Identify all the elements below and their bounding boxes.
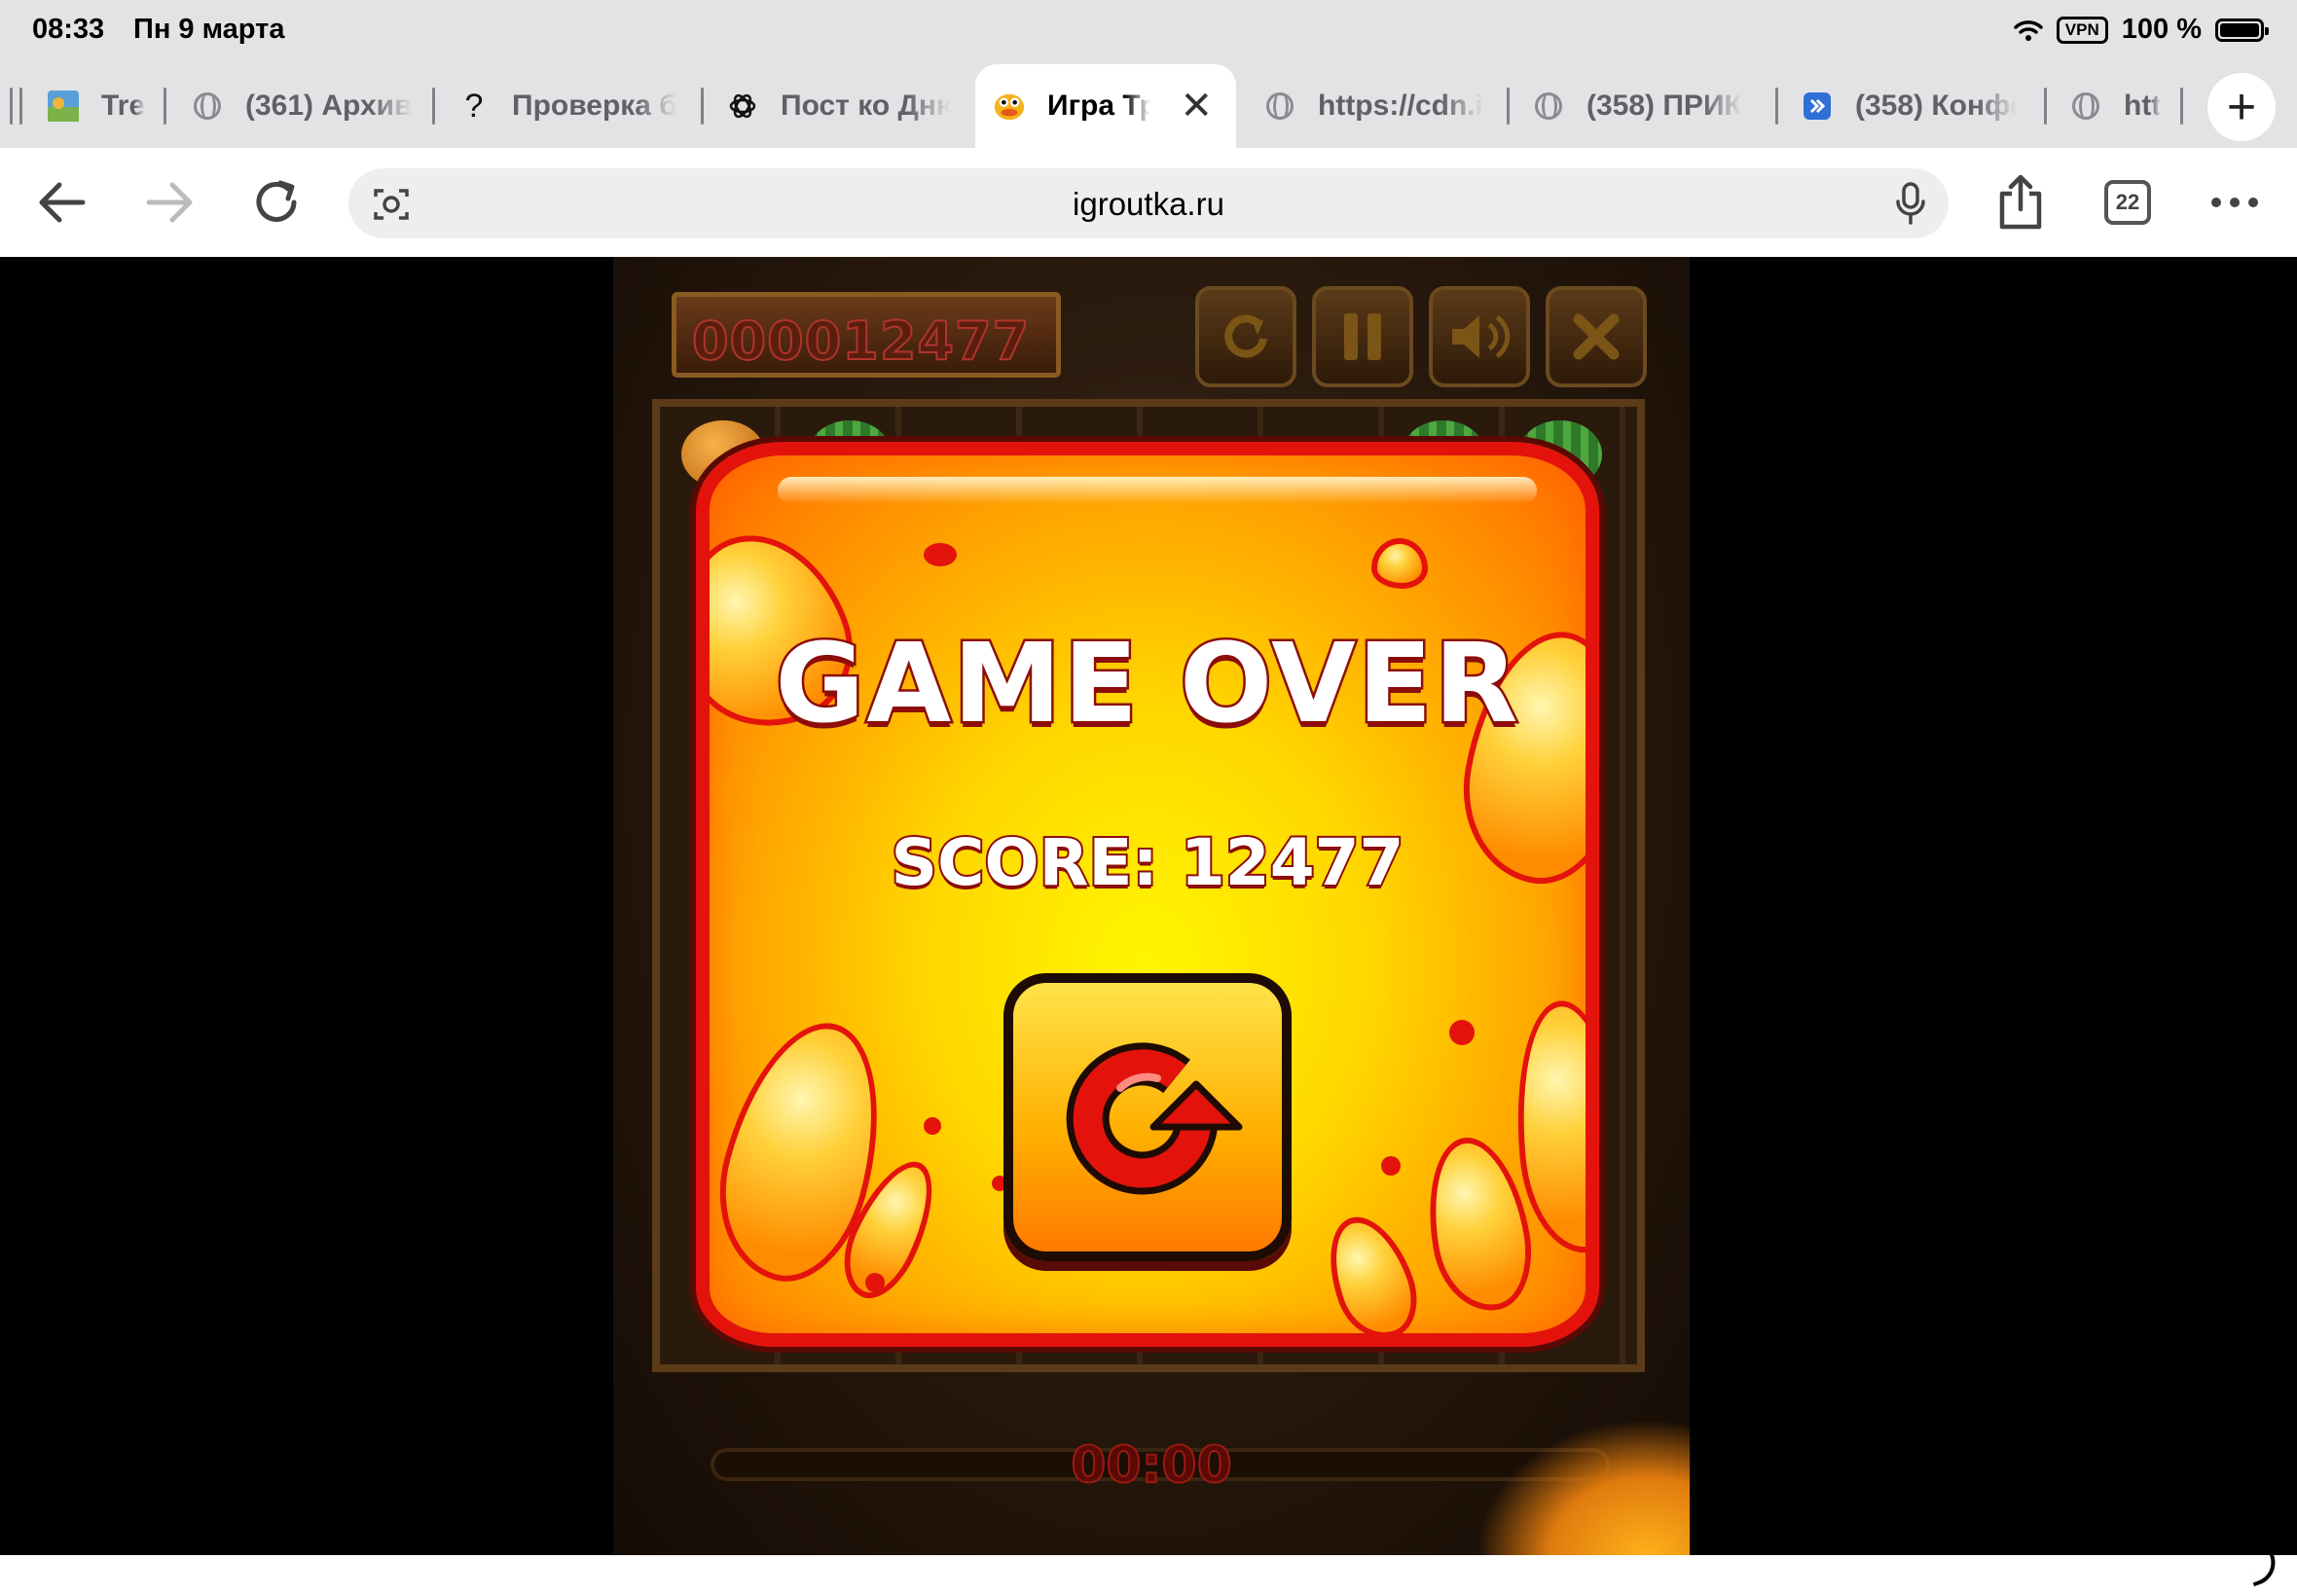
tab-separator xyxy=(2044,88,2047,125)
forward-arrow-icon xyxy=(146,182,193,223)
tab-label: Игра Тр xyxy=(1047,90,1151,122)
status-bar: 08:33 Пн 9 марта VPN 100 % xyxy=(0,0,2297,64)
tab-post[interactable]: Пост ко Дню xyxy=(726,64,950,148)
battery-percent: 100 % xyxy=(2121,14,2202,45)
tab-separator xyxy=(2180,88,2183,125)
status-indicators: VPN 100 % xyxy=(2014,14,2269,46)
tab-active-game[interactable]: Игра Тр ✕ xyxy=(975,64,1236,148)
tab-separator xyxy=(701,88,704,125)
status-date: Пн 9 марта xyxy=(133,14,285,45)
tabs-button[interactable]: 22 xyxy=(2098,173,2157,232)
status-time: 08:33 xyxy=(32,14,105,45)
tab-game[interactable]: Tre xyxy=(47,64,154,148)
tab-label: https://cdn.i xyxy=(1318,90,1483,122)
game-over-dialog: GAME OVER SCORE: 12477 xyxy=(696,442,1599,1347)
tab-label: Пост ко Дню xyxy=(781,90,950,122)
back-button[interactable] xyxy=(33,173,91,232)
tab-label: (358) ПРИК xyxy=(1586,90,1742,122)
tab-separator xyxy=(432,88,435,125)
tab-separator xyxy=(164,88,166,125)
browser-toolbar: igroutka.ru 22 xyxy=(0,148,2297,257)
globe-icon xyxy=(2069,90,2102,123)
juice-splash xyxy=(1476,1419,1690,1555)
game-favicon-icon xyxy=(47,90,80,123)
wifi-icon xyxy=(2014,19,2043,41)
share-icon xyxy=(1999,174,2042,230)
app-favicon-icon xyxy=(1801,90,1834,123)
tab-label: Tre xyxy=(101,90,146,122)
juice-dot xyxy=(924,543,957,566)
dialog-gloss xyxy=(778,477,1537,504)
reload-button[interactable] xyxy=(247,173,306,232)
game-pause-button[interactable] xyxy=(1312,286,1413,387)
juice-dot xyxy=(924,1117,941,1135)
microphone-icon[interactable] xyxy=(1894,182,1927,230)
bottom-strip xyxy=(0,1555,2297,1596)
tab-check[interactable]: ? Проверка б xyxy=(457,64,676,148)
globe-icon xyxy=(191,90,224,123)
sound-icon xyxy=(1452,314,1511,359)
replay-button[interactable] xyxy=(1003,973,1292,1261)
globe-icon xyxy=(1532,90,1565,123)
score-counter: 000012477 xyxy=(672,292,1061,378)
final-score: SCORE: 12477 xyxy=(890,823,1406,902)
reload-icon xyxy=(256,180,297,222)
globe-icon xyxy=(1263,90,1296,123)
close-tab-icon[interactable]: ✕ xyxy=(1180,84,1213,128)
vpn-badge: VPN xyxy=(2056,16,2108,44)
game-canvas[interactable]: 000012477 00:00 GAME OVER SCORE: 12477 xyxy=(613,257,1690,1555)
game-restart-button[interactable] xyxy=(1195,286,1296,387)
tab-label: htt xyxy=(2124,90,2162,122)
question-icon: ? xyxy=(464,87,484,125)
pause-icon xyxy=(1344,313,1381,360)
replay-icon xyxy=(1066,1042,1243,1195)
battery-icon xyxy=(2215,18,2269,42)
tab-count-badge: 22 xyxy=(2104,180,2151,225)
more-menu-button[interactable] xyxy=(2206,173,2264,232)
score-counter-value: 000012477 xyxy=(691,309,1031,373)
tab-archive[interactable]: (361) Архив xyxy=(191,64,415,148)
tab-cdn[interactable]: https://cdn.i xyxy=(1263,64,1487,148)
tab-order[interactable]: (358) ПРИК xyxy=(1532,64,1748,148)
juice-dot xyxy=(865,1273,885,1292)
duck-favicon-icon xyxy=(993,90,1026,123)
tab-separator xyxy=(19,88,22,125)
tab-label: (361) Архив xyxy=(245,90,413,122)
openai-icon xyxy=(726,90,759,123)
tab-strip: Tre (361) Архив ? Проверка б Пост ко Дню… xyxy=(0,64,2297,148)
restart-icon xyxy=(1224,314,1267,358)
url-text[interactable]: igroutka.ru xyxy=(348,186,1949,223)
juice-dot xyxy=(1381,1156,1401,1176)
tab-separator xyxy=(1507,88,1510,125)
juice-dot xyxy=(1449,1020,1475,1045)
forward-button[interactable] xyxy=(140,173,199,232)
juice-blob xyxy=(1313,1205,1430,1333)
tab-separator xyxy=(1775,88,1778,125)
tab-http[interactable]: htt xyxy=(2069,64,2170,148)
close-icon xyxy=(1573,313,1620,360)
game-close-button[interactable] xyxy=(1546,286,1647,387)
more-icon xyxy=(2211,198,2258,207)
tab-separator xyxy=(10,88,13,125)
juice-drop xyxy=(1371,538,1428,589)
back-arrow-icon xyxy=(39,182,86,223)
share-button[interactable] xyxy=(1991,173,2050,232)
tab-label: Проверка б xyxy=(512,90,676,122)
game-over-title: GAME OVER xyxy=(773,619,1520,750)
tab-conference[interactable]: (358) Конфе xyxy=(1801,64,2017,148)
new-tab-button[interactable]: + xyxy=(2207,73,2276,141)
tab-label: (358) Конфе xyxy=(1855,90,2017,122)
address-bar[interactable]: igroutka.ru xyxy=(348,168,1949,238)
game-sound-button[interactable] xyxy=(1429,286,1530,387)
